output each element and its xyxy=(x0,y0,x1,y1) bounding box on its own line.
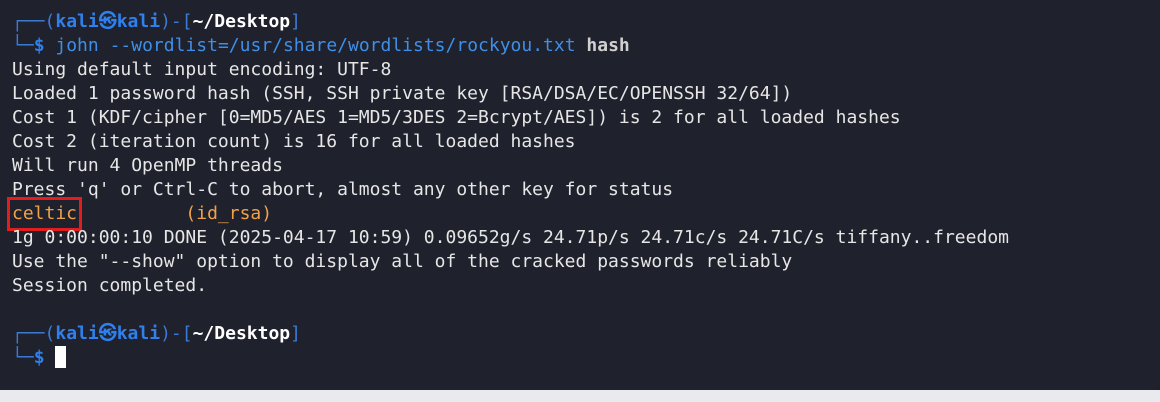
output-line-4: Cost 2 (iteration count) is 16 for all l… xyxy=(12,131,576,152)
text-cursor[interactable] xyxy=(55,346,67,368)
cracked-line: celtic (id_rsa) xyxy=(6,197,1160,231)
prompt-end: ] xyxy=(290,323,301,344)
cracked-file: (id_rsa) xyxy=(185,203,273,224)
output-line-7: 1g 0:00:00:10 DONE (2025-04-17 10:59) 0.… xyxy=(12,227,1009,248)
prompt-corner-bottom: └─ xyxy=(12,35,34,56)
prompt-dollar: $ xyxy=(33,35,45,56)
output-line-2: Loaded 1 password hash (SSH, SSH private… xyxy=(12,83,793,104)
input-line[interactable]: └─$ xyxy=(12,346,1160,370)
prompt-corner-bottom: └─ xyxy=(12,347,34,368)
prompt-corner-top: ┌──( xyxy=(12,323,56,344)
command-line: └─$ john --wordlist=/usr/share/wordlists… xyxy=(12,34,1160,58)
prompt-at-symbol: ㉿ xyxy=(98,323,117,344)
prompt-path: ~/Desktop xyxy=(192,11,291,32)
output-line-5: Will run 4 OpenMP threads xyxy=(12,155,283,176)
prompt-host: kali xyxy=(116,323,161,344)
output-line-6: Press 'q' or Ctrl-C to abort, almost any… xyxy=(12,179,674,200)
terminal-window[interactable]: ┌──(kali㉿kali)-[~/Desktop] └─$ john --wo… xyxy=(0,0,1160,390)
output-line-8: Use the "--show" option to display all o… xyxy=(12,251,793,272)
prompt-line-1: ┌──(kali㉿kali)-[~/Desktop] xyxy=(12,10,1160,34)
prompt-corner-top: ┌──( xyxy=(12,11,56,32)
prompt-end: ] xyxy=(290,11,301,32)
cracked-password: celtic xyxy=(6,197,83,231)
cracked-spacer xyxy=(77,203,185,224)
prompt-user: kali xyxy=(55,11,99,32)
prompt-mid: )-[ xyxy=(160,323,193,344)
prompt-dollar: $ xyxy=(33,347,45,368)
command-target: hash xyxy=(586,35,630,56)
output-line-1: Using default input encoding: UTF-8 xyxy=(12,59,392,80)
prompt-mid: )-[ xyxy=(160,11,193,32)
prompt-line-2: ┌──(kali㉿kali)-[~/Desktop] xyxy=(12,322,1160,346)
command-program: john xyxy=(55,35,99,56)
output-line-3: Cost 1 (KDF/cipher [0=MD5/AES 1=MD5/3DES… xyxy=(12,107,901,128)
output-line-9: Session completed. xyxy=(12,275,208,296)
prompt-path: ~/Desktop xyxy=(192,323,291,344)
prompt-user: kali xyxy=(55,323,99,344)
prompt-host: kali xyxy=(116,11,161,32)
window-bottom-edge xyxy=(0,390,1160,402)
command-option: --wordlist=/usr/share/wordlists/rockyou.… xyxy=(109,35,576,56)
prompt-at-symbol: ㉿ xyxy=(98,11,117,32)
